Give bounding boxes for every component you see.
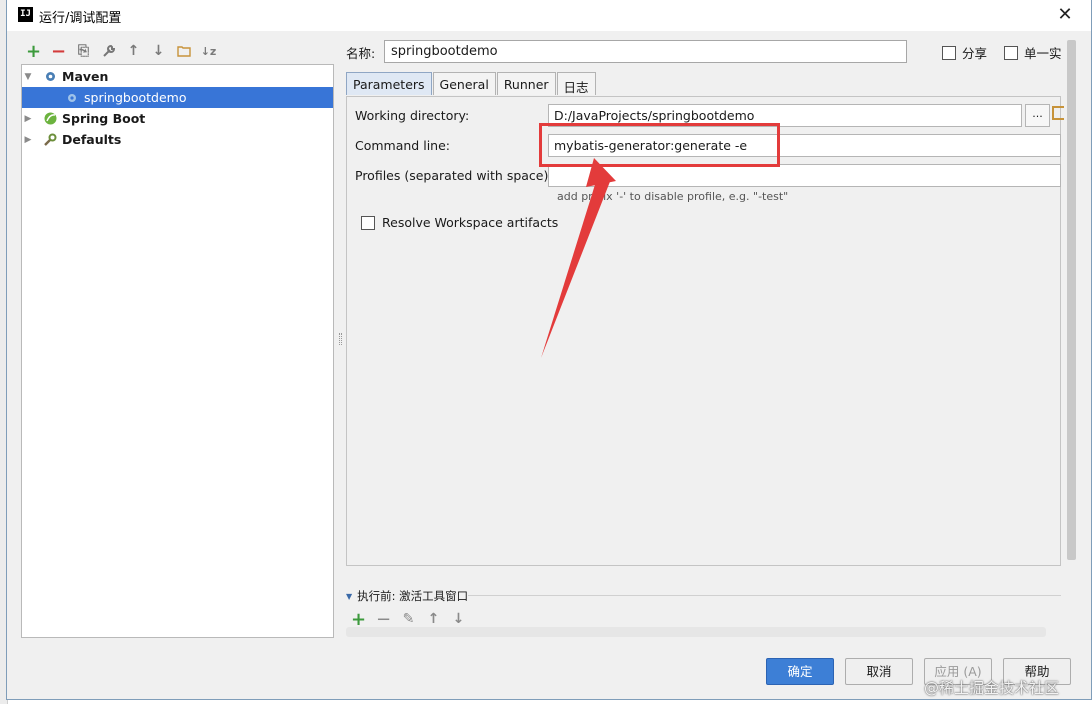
watermark: @稀土掘金技术社区 <box>924 679 1060 697</box>
annotation-arrow <box>541 158 616 358</box>
